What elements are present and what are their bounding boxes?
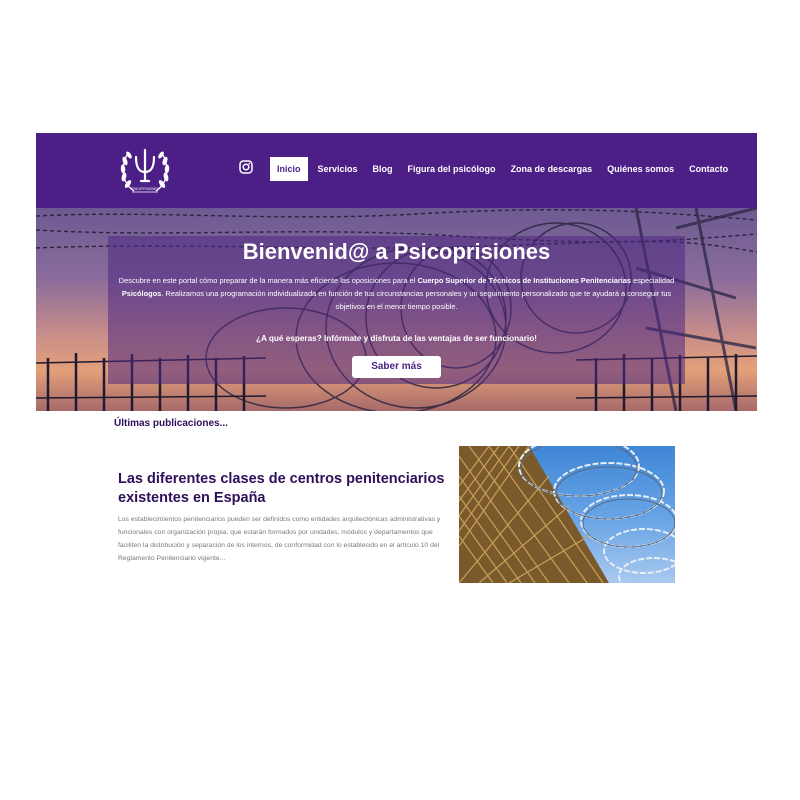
- post-card: Las diferentes clases de centros peniten…: [118, 470, 448, 565]
- svg-text:PSICOPRISIONES: PSICOPRISIONES: [131, 187, 158, 191]
- laurel-psi-logo-icon: PSICOPRISIONES: [120, 148, 170, 193]
- hero-title: Bienvenid@ a Psicoprisiones: [242, 239, 551, 264]
- nav-item-inicio[interactable]: Inicio: [270, 157, 308, 181]
- instagram-link[interactable]: [239, 160, 253, 174]
- hero-banner: Bienvenid@ a Psicoprisiones Descubre en …: [36, 208, 757, 411]
- post-title[interactable]: Las diferentes clases de centros peniten…: [118, 470, 448, 508]
- post-thumbnail[interactable]: [459, 446, 675, 583]
- instagram-icon: [239, 160, 253, 174]
- nav-item-servicios[interactable]: Servicios: [311, 157, 365, 181]
- site-logo[interactable]: PSICOPRISIONES: [114, 139, 176, 201]
- latest-posts-heading: Últimas publicaciones...: [114, 418, 228, 429]
- post-excerpt: Los establecimientos penitenciarios pued…: [118, 516, 441, 562]
- nav-item-figura-del-psicologo[interactable]: Figura del psicólogo: [401, 157, 503, 181]
- hero-desc-bold-1: Cuerpo Superior de Técnicos de Instituci…: [417, 276, 632, 285]
- nav-item-contacto[interactable]: Contacto: [682, 157, 735, 181]
- hero-cta-text: ¿A qué esperas? Infórmate y disfruta de …: [256, 334, 537, 343]
- website: PSICOPRISIONES Inicio Servicios Blog Fig…: [36, 133, 757, 593]
- razor-wire-fence-image: [459, 446, 675, 583]
- site-header: PSICOPRISIONES Inicio Servicios Blog Fig…: [36, 133, 757, 208]
- hero-desc-text-2: especialidad: [631, 276, 675, 285]
- main-nav: Inicio Servicios Blog Figura del psicólo…: [270, 157, 736, 181]
- nav-item-blog[interactable]: Blog: [366, 157, 400, 181]
- saber-mas-button[interactable]: Saber más: [352, 356, 441, 378]
- hero-desc-bold-2: Psicólogos: [121, 289, 162, 298]
- hero-desc-text-1: Descubre en este portal cómo preparar de…: [118, 276, 418, 285]
- nav-item-quienes-somos[interactable]: Quiénes somos: [600, 157, 681, 181]
- nav-item-zona-de-descargas[interactable]: Zona de descargas: [504, 157, 600, 181]
- hero-desc-text-3: . Realizamos una programación individual…: [161, 289, 672, 311]
- hero-description: Descubre en este portal cómo preparar de…: [114, 274, 679, 313]
